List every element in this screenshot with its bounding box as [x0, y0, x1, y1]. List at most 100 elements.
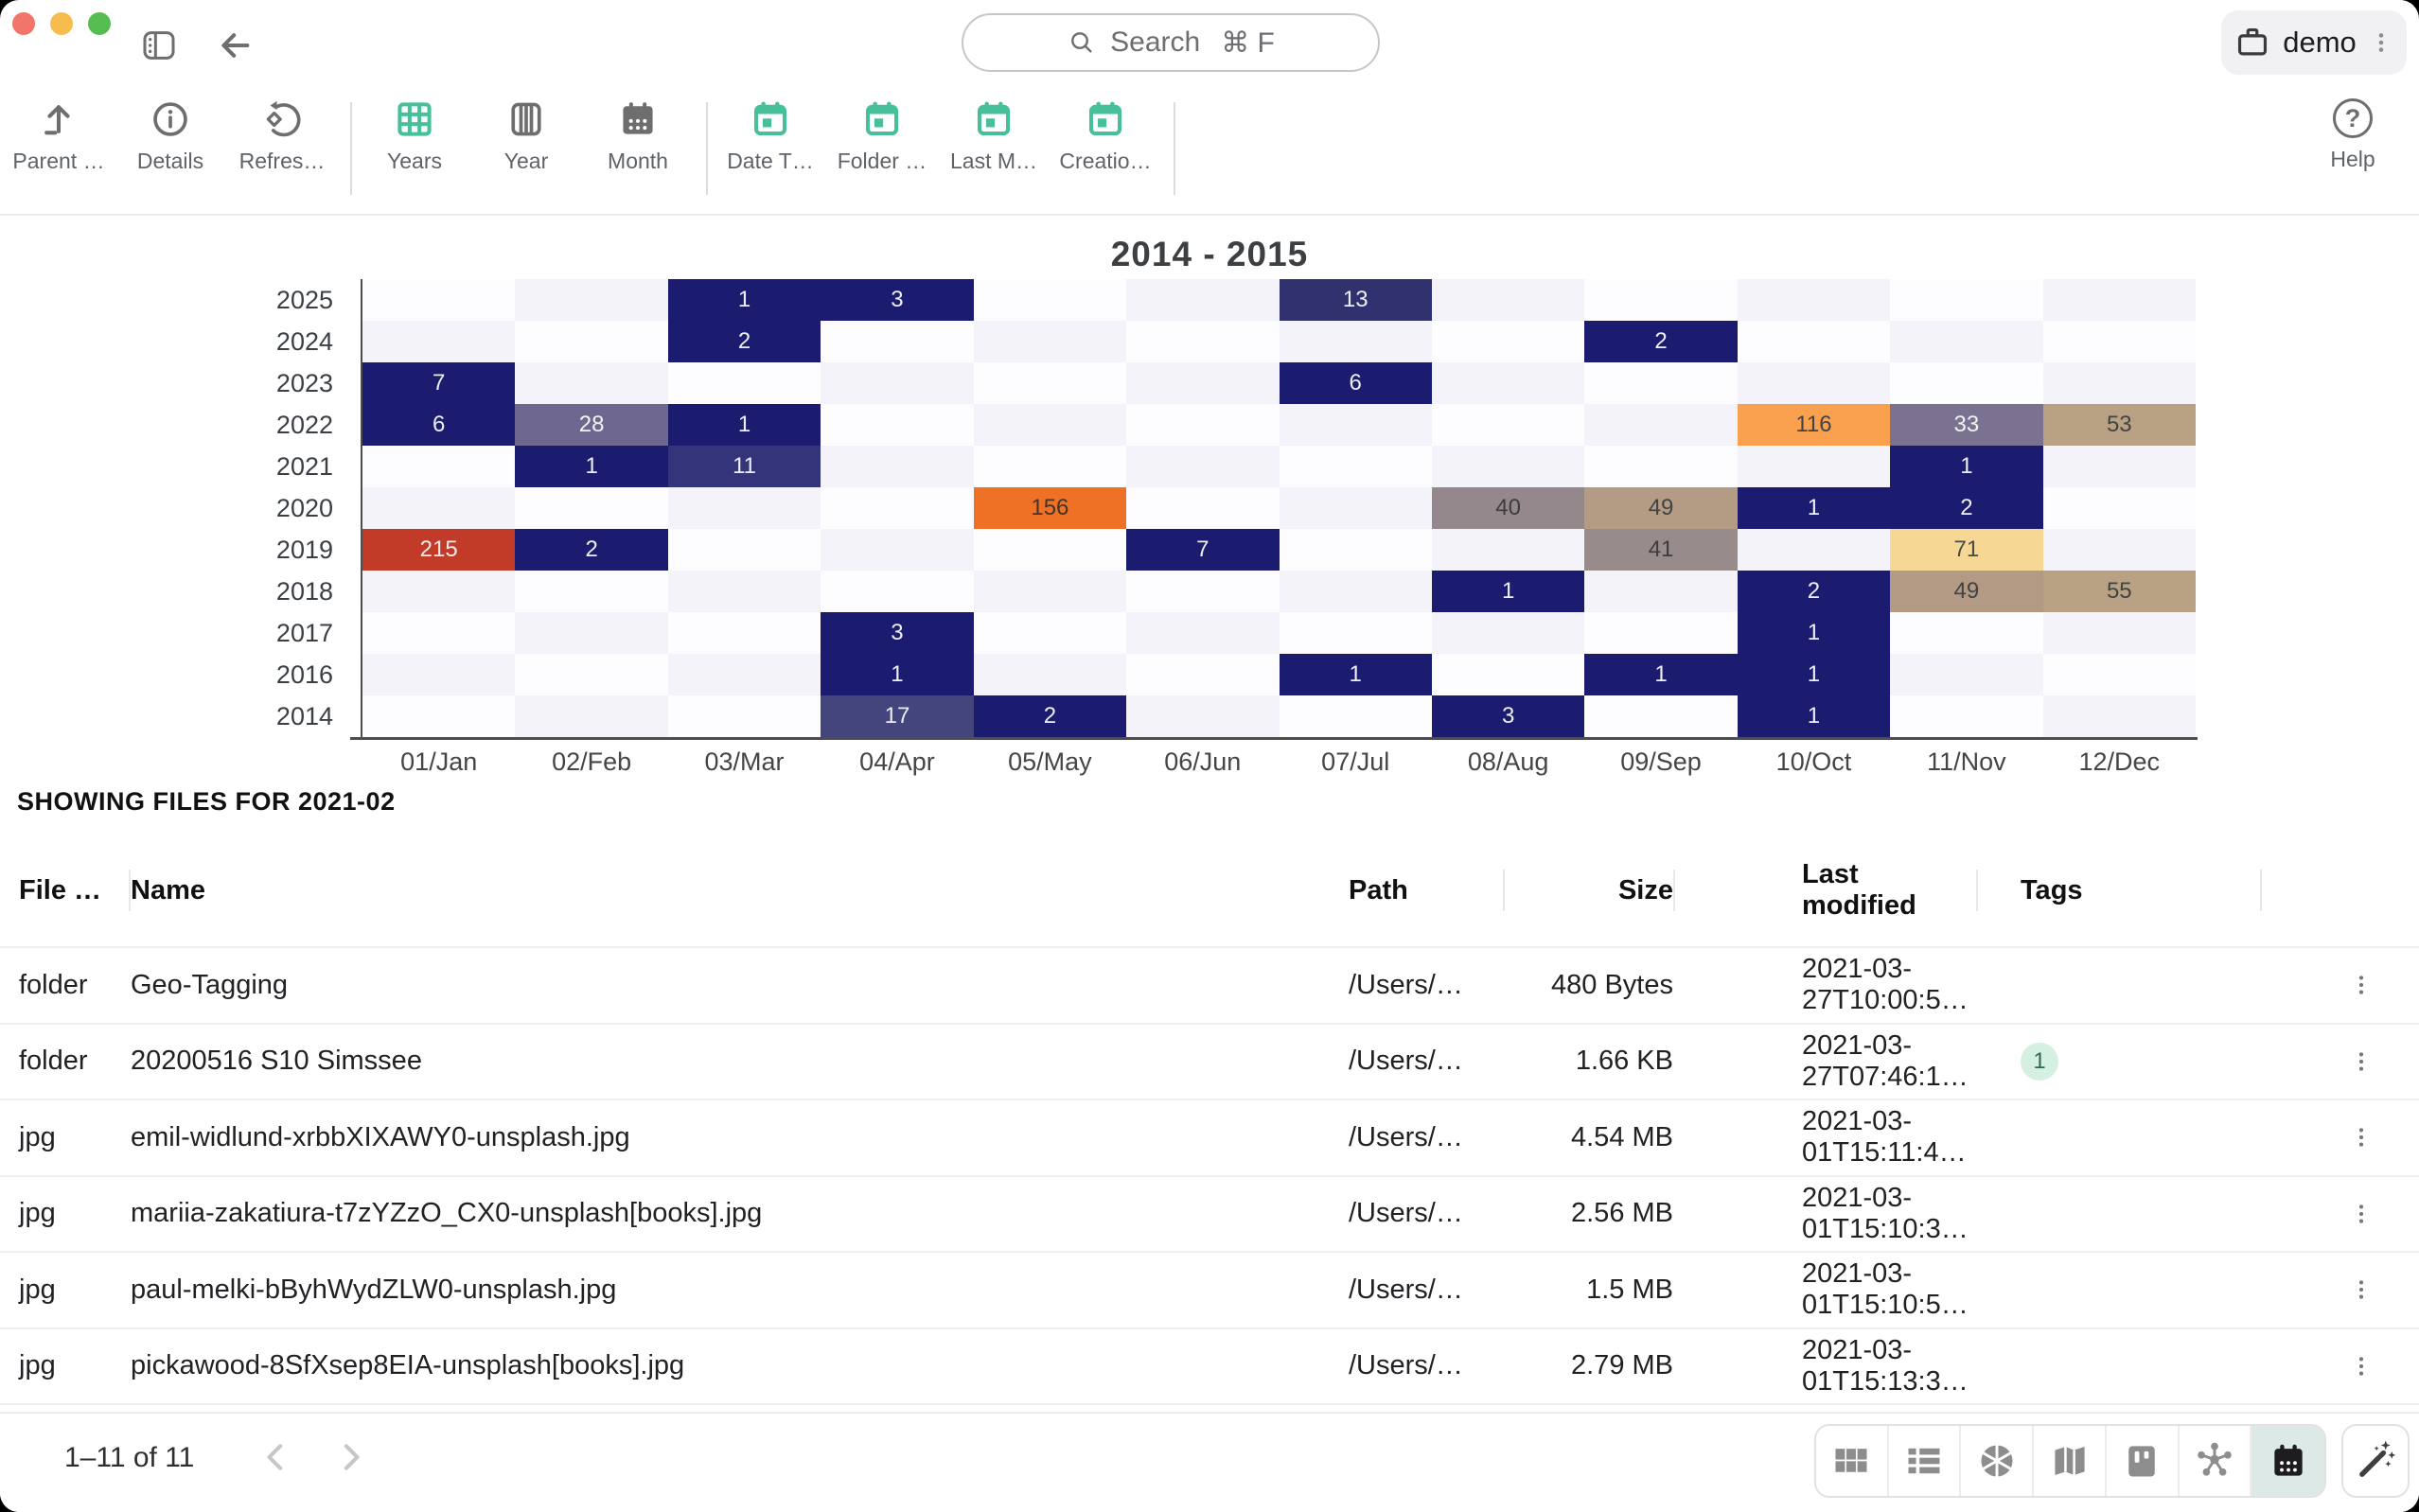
- heatmap-cell-empty[interactable]: [2043, 362, 2196, 404]
- heatmap-cell-empty[interactable]: [362, 612, 515, 654]
- heatmap-cell[interactable]: 1: [1738, 487, 1890, 529]
- heatmap-cell-empty[interactable]: [2043, 487, 2196, 529]
- heatmap-cell[interactable]: 1: [1738, 654, 1890, 695]
- header-file-type[interactable]: File …: [19, 856, 131, 924]
- table-row[interactable]: jpg mariia-zakatiura-t7zYZzO_CX0-unsplas…: [0, 1175, 2419, 1252]
- heatmap-cell[interactable]: 1: [1738, 695, 1890, 737]
- view-map-button[interactable]: [2034, 1426, 2107, 1496]
- heatmap-cell[interactable]: 53: [2043, 404, 2196, 446]
- heatmap-cell-empty[interactable]: [1738, 321, 1890, 362]
- toolbar-help-button[interactable]: ? Help: [2300, 98, 2406, 172]
- table-row[interactable]: folder Geo-Tagging /Users/… 480 Bytes 20…: [0, 946, 2419, 1023]
- heatmap-cell-empty[interactable]: [1584, 612, 1737, 654]
- close-window-button[interactable]: [12, 12, 35, 35]
- heatmap-cell-empty[interactable]: [1432, 612, 1584, 654]
- heatmap-cell-empty[interactable]: [821, 571, 973, 612]
- back-arrow-icon[interactable]: [216, 26, 254, 64]
- heatmap-cell-empty[interactable]: [821, 404, 973, 446]
- heatmap-cell-empty[interactable]: [974, 321, 1126, 362]
- heatmap-cell[interactable]: 1: [668, 404, 821, 446]
- heatmap-cell-empty[interactable]: [668, 529, 821, 571]
- heatmap-cell-empty[interactable]: [1432, 362, 1584, 404]
- heatmap-cell-empty[interactable]: [2043, 654, 2196, 695]
- heatmap-cell-empty[interactable]: [821, 446, 973, 487]
- heatmap-cell-empty[interactable]: [2043, 321, 2196, 362]
- heatmap-cell-empty[interactable]: [362, 446, 515, 487]
- heatmap-cell-empty[interactable]: [974, 404, 1126, 446]
- heatmap-cell[interactable]: 6: [362, 404, 515, 446]
- heatmap-cell-empty[interactable]: [1890, 279, 2042, 321]
- heatmap-cell[interactable]: 1: [1280, 654, 1432, 695]
- heatmap-cell-empty[interactable]: [1280, 446, 1432, 487]
- view-kanban-button[interactable]: [2107, 1426, 2180, 1496]
- heatmap-cell-empty[interactable]: [1584, 695, 1737, 737]
- table-row[interactable]: folder 20200516 S10 Simssee /Users/… 1.6…: [0, 1023, 2419, 1099]
- heatmap-cell[interactable]: 71: [1890, 529, 2042, 571]
- header-name[interactable]: Name: [131, 856, 1349, 924]
- heatmap-cell-empty[interactable]: [1890, 695, 2042, 737]
- heatmap-cell-empty[interactable]: [362, 654, 515, 695]
- heatmap-cell-empty[interactable]: [1584, 404, 1737, 446]
- heatmap-cell-empty[interactable]: [1584, 279, 1737, 321]
- heatmap-cell-empty[interactable]: [1890, 321, 2042, 362]
- heatmap-cell-empty[interactable]: [1432, 446, 1584, 487]
- heatmap-cell-empty[interactable]: [2043, 279, 2196, 321]
- toolbar-creation-date-button[interactable]: Creatio…: [1052, 98, 1158, 174]
- heatmap-cell-empty[interactable]: [821, 529, 973, 571]
- heatmap-cell[interactable]: 215: [362, 529, 515, 571]
- heatmap-cell-empty[interactable]: [2043, 695, 2196, 737]
- heatmap-cell-empty[interactable]: [362, 279, 515, 321]
- heatmap-cell[interactable]: 6: [1280, 362, 1432, 404]
- heatmap-cell[interactable]: 156: [974, 487, 1126, 529]
- heatmap-cell-empty[interactable]: [1126, 571, 1279, 612]
- heatmap-cell-empty[interactable]: [1280, 571, 1432, 612]
- table-row[interactable]: jpg emil-widlund-xrbbXIXAWY0-unsplash.jp…: [0, 1099, 2419, 1175]
- heatmap-cell[interactable]: 55: [2043, 571, 2196, 612]
- heatmap-cell-empty[interactable]: [2043, 529, 2196, 571]
- heatmap-cell-empty[interactable]: [515, 654, 667, 695]
- toolbar-month-button[interactable]: Month: [585, 98, 691, 174]
- heatmap-cell-empty[interactable]: [515, 362, 667, 404]
- heatmap-cell[interactable]: 3: [1432, 695, 1584, 737]
- heatmap-cell[interactable]: 33: [1890, 404, 2042, 446]
- heatmap-cell-empty[interactable]: [974, 529, 1126, 571]
- row-menu-button[interactable]: [2262, 969, 2400, 1001]
- heatmap-cell-empty[interactable]: [668, 571, 821, 612]
- next-page-button[interactable]: [331, 1438, 369, 1476]
- row-menu-button[interactable]: [2262, 1350, 2400, 1382]
- table-row[interactable]: jpg paul-melki-bByhWydZLW0-unsplash.jpg …: [0, 1251, 2419, 1327]
- heatmap-cell-empty[interactable]: [1584, 362, 1737, 404]
- magic-wand-button[interactable]: [2341, 1424, 2410, 1498]
- heatmap-cell-empty[interactable]: [821, 321, 973, 362]
- toolbar-parent-button[interactable]: Parent …: [6, 98, 112, 174]
- heatmap-cell-empty[interactable]: [1432, 529, 1584, 571]
- previous-page-button[interactable]: [257, 1438, 295, 1476]
- heatmap-cell-empty[interactable]: [1432, 654, 1584, 695]
- workspace-menu-icon[interactable]: [2369, 26, 2393, 59]
- heatmap-cell-empty[interactable]: [515, 279, 667, 321]
- toolbar-details-button[interactable]: Details: [117, 98, 223, 174]
- heatmap-cell-empty[interactable]: [362, 695, 515, 737]
- heatmap-cell[interactable]: 40: [1432, 487, 1584, 529]
- heatmap-cell-empty[interactable]: [1126, 612, 1279, 654]
- heatmap-cell-empty[interactable]: [2043, 446, 2196, 487]
- workspace-button[interactable]: demo: [2221, 10, 2407, 75]
- heatmap-cell-empty[interactable]: [668, 612, 821, 654]
- heatmap-cell-empty[interactable]: [1280, 321, 1432, 362]
- heatmap-cell-empty[interactable]: [974, 571, 1126, 612]
- heatmap-cell-empty[interactable]: [1280, 404, 1432, 446]
- heatmap-cell[interactable]: 2: [1738, 571, 1890, 612]
- heatmap-cell-empty[interactable]: [1126, 404, 1279, 446]
- toolbar-year-button[interactable]: Year: [473, 98, 579, 174]
- heatmap-cell-empty[interactable]: [362, 571, 515, 612]
- heatmap-cell-empty[interactable]: [1432, 321, 1584, 362]
- row-menu-button[interactable]: [2262, 1046, 2400, 1078]
- view-list-button[interactable]: [1889, 1426, 1962, 1496]
- heatmap-cell-empty[interactable]: [1126, 446, 1279, 487]
- heatmap-cell[interactable]: 1: [1432, 571, 1584, 612]
- heatmap-cell[interactable]: 116: [1738, 404, 1890, 446]
- row-menu-button[interactable]: [2262, 1274, 2400, 1306]
- heatmap-cell[interactable]: 3: [821, 279, 973, 321]
- heatmap-cell[interactable]: 13: [1280, 279, 1432, 321]
- heatmap-cell-empty[interactable]: [1126, 654, 1279, 695]
